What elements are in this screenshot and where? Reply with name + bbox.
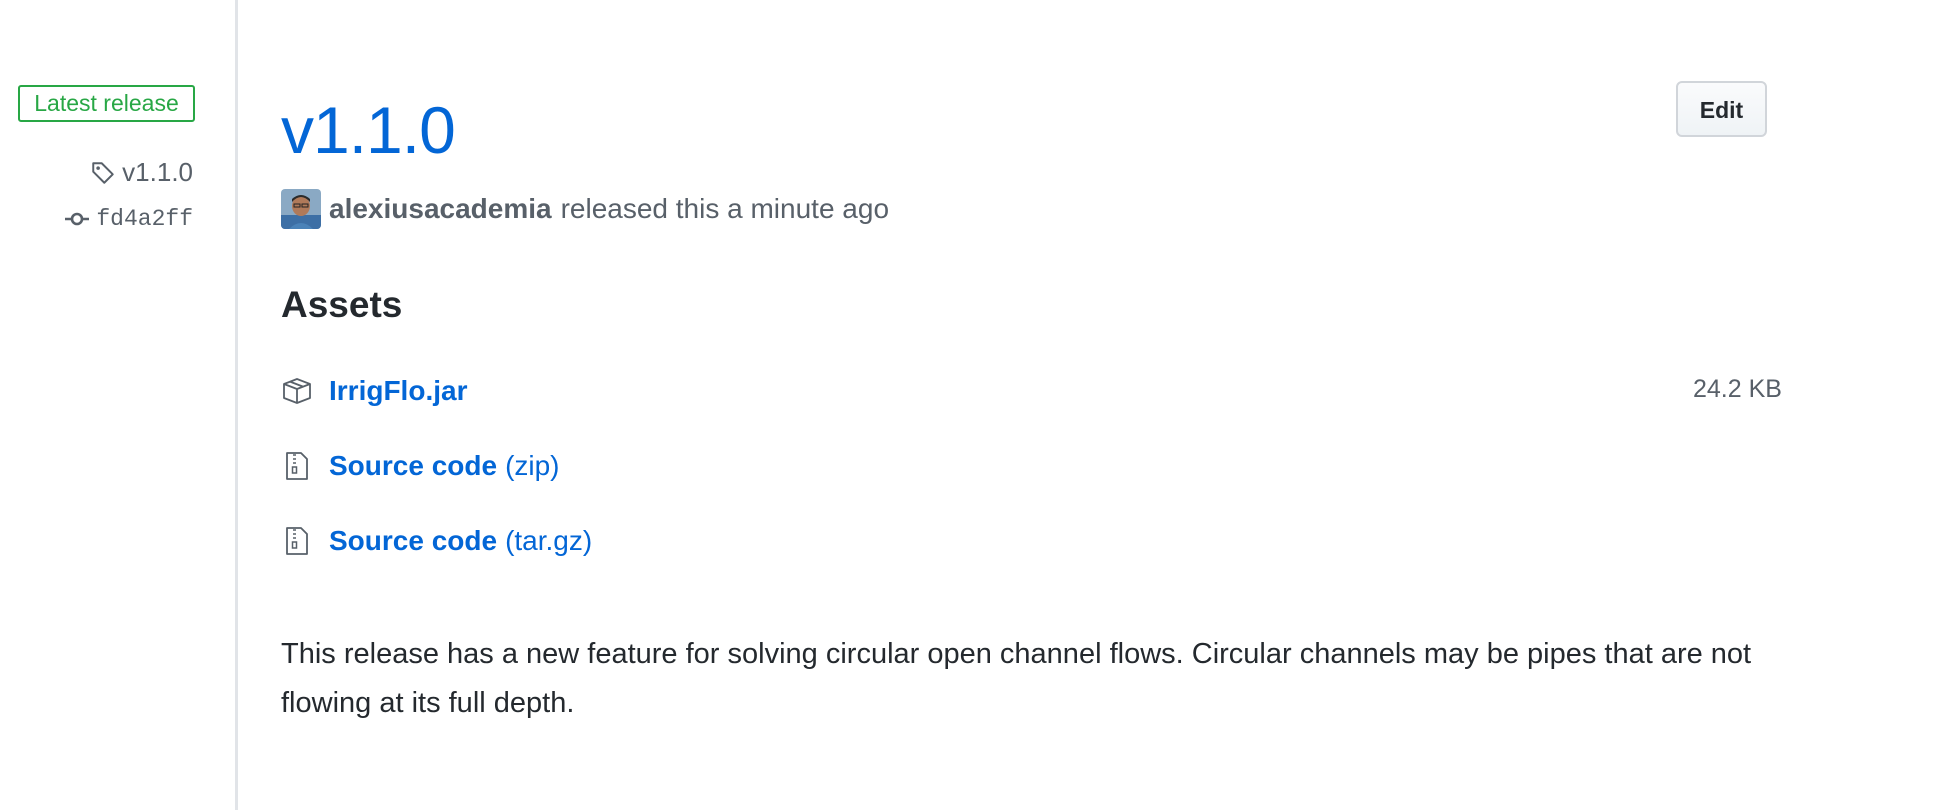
tag-label: v1.1.0: [122, 157, 193, 187]
commit-sha: fd4a2ff: [96, 206, 193, 232]
release-page: Latest release v1.1.0 fd4a2ff v1.1.0 Edi…: [0, 0, 1934, 810]
package-icon: [281, 377, 313, 405]
file-zip-icon: [281, 451, 313, 481]
release-byline: alexiusacademia released this a minute a…: [281, 189, 889, 229]
asset-size: 24.2 KB: [1693, 375, 1782, 403]
avatar[interactable]: [281, 189, 321, 229]
latest-release-badge: Latest release: [18, 85, 195, 122]
file-zip-icon: [281, 526, 313, 556]
release-commit-link[interactable]: fd4a2ff: [64, 206, 193, 232]
source-code-zip-link[interactable]: Source code: [329, 450, 497, 482]
release-meta-sidebar: Latest release v1.1.0 fd4a2ff: [0, 0, 238, 810]
edit-button[interactable]: Edit: [1676, 81, 1767, 137]
release-tag-link[interactable]: v1.1.0: [90, 157, 193, 188]
author-link[interactable]: alexiusacademia: [329, 193, 552, 225]
release-notes: This release has a new feature for solvi…: [281, 638, 1752, 719]
assets-heading: Assets: [281, 284, 403, 325]
asset-item: Source code (zip): [281, 450, 560, 482]
asset-format: (zip): [505, 450, 560, 481]
release-title[interactable]: v1.1.0: [281, 90, 456, 170]
byline-text: released this a minute ago: [560, 193, 890, 224]
asset-format: (tar.gz): [505, 525, 593, 556]
asset-download-link[interactable]: IrrigFlo.jar: [329, 375, 467, 407]
asset-item: Source code (tar.gz): [281, 525, 592, 557]
source-code-targz-link[interactable]: Source code: [329, 525, 497, 557]
commit-icon: [64, 211, 90, 227]
asset-item: IrrigFlo.jar: [281, 375, 467, 407]
tag-icon: [90, 160, 116, 186]
